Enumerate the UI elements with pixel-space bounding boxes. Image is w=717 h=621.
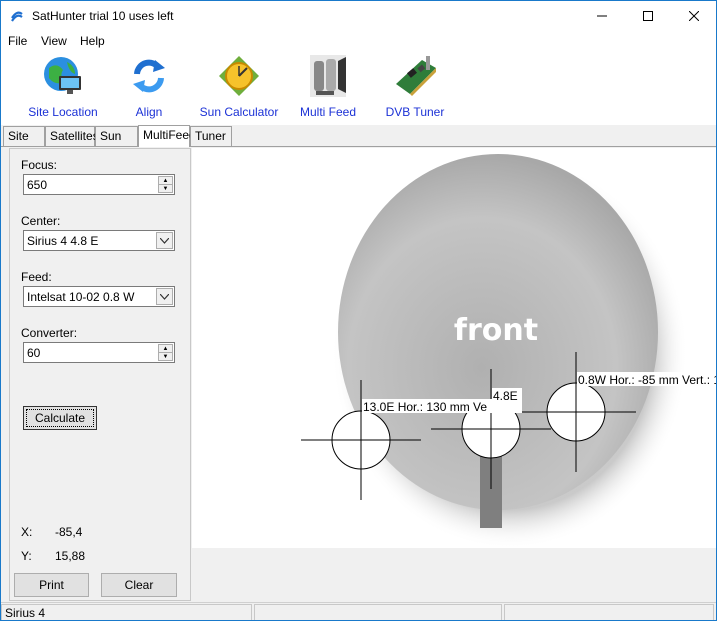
pci-card-icon [392, 53, 438, 99]
tab-tuner-label: Tuner [195, 129, 226, 143]
tab-sun[interactable]: Sun [95, 126, 138, 146]
feed-label: Feed: [21, 270, 52, 284]
feed-center-label: 4.8E [493, 389, 518, 403]
dish-canvas[interactable]: front 13.0E Hor.: 130 mm Ve 4.8E 0.8W Ho… [192, 148, 716, 549]
app-logo-icon [11, 11, 23, 22]
spin-up-icon[interactable]: ▲ [159, 177, 172, 185]
maximize-icon [643, 11, 653, 21]
refresh-arrows-icon [126, 53, 172, 99]
align-label: Align [135, 105, 163, 119]
tab-site-label: Site [8, 129, 29, 143]
multi-feed-label: Multi Feed [299, 105, 357, 119]
center-value: Sirius 4 4.8 E [27, 234, 99, 248]
app-window: SatHunter trial 10 uses left File View H… [0, 0, 717, 621]
tab-satellites[interactable]: Satellites [45, 126, 99, 146]
focus-value: 650 [27, 178, 48, 192]
status-panel-3 [504, 604, 714, 620]
y-value: 15,88 [55, 549, 86, 563]
close-icon [689, 11, 699, 21]
feed-left-label: 13.0E Hor.: 130 mm Ve [363, 400, 487, 414]
calculate-button[interactable]: Calculate [23, 406, 97, 430]
focus-spinner[interactable]: ▲ ▼ [158, 176, 173, 193]
feed-select[interactable]: Intelsat 10-02 0.8 W [23, 286, 175, 307]
x-value: -85,4 [55, 525, 83, 539]
chevron-down-icon[interactable] [156, 232, 173, 249]
multi-feed-button[interactable]: Multi Feed [297, 53, 359, 123]
toolbar: Site Location Align Sun Calculator Multi… [1, 51, 716, 125]
menu-bar: File View Help [1, 31, 716, 51]
clear-button[interactable]: Clear [101, 573, 177, 597]
tab-strip: Site Satellites Sun MultiFeed Tuner [1, 125, 716, 147]
spin-down-icon[interactable]: ▼ [159, 353, 172, 361]
print-button[interactable]: Print [14, 573, 89, 597]
minimize-icon [597, 15, 607, 17]
title-bar: SatHunter trial 10 uses left [1, 1, 716, 31]
tab-satellites-label: Satellites [50, 129, 99, 143]
multifeed-settings-panel: Focus: 650 ▲ ▼ Center: Sirius 4 4.8 E Fe… [9, 148, 191, 601]
maximize-button[interactable] [625, 1, 671, 31]
converter-value: 60 [27, 346, 41, 360]
y-label: Y: [21, 549, 32, 563]
center-select[interactable]: Sirius 4 4.8 E [23, 230, 175, 251]
align-button[interactable]: Align [121, 53, 177, 123]
chevron-down-icon[interactable] [156, 288, 173, 305]
converter-label: Converter: [21, 326, 78, 340]
close-button[interactable] [671, 1, 716, 31]
menu-file[interactable]: File [8, 34, 27, 48]
status-panel-2 [254, 604, 502, 620]
converter-spinbox[interactable]: 60 ▲ ▼ [23, 342, 175, 363]
feed-right-label: 0.8W Hor.: -85 mm Vert.: 16 [578, 373, 716, 387]
status-bar: Sirius 4 [1, 602, 716, 620]
sun-calculator-label: Sun Calculator [199, 105, 279, 119]
status-panel-satellite: Sirius 4 [1, 604, 252, 620]
dvb-tuner-label: DVB Tuner [385, 105, 445, 119]
sun-dial-icon [216, 53, 262, 99]
globe-computer-icon [40, 53, 86, 99]
x-label: X: [21, 525, 33, 539]
dvb-tuner-button[interactable]: DVB Tuner [381, 53, 449, 123]
site-location-label: Site Location [28, 105, 98, 119]
tab-sun-label: Sun [100, 129, 122, 143]
tab-tuner[interactable]: Tuner [190, 126, 232, 146]
window-title: SatHunter trial 10 uses left [32, 9, 174, 23]
tab-site[interactable]: Site [3, 126, 45, 146]
minimize-button[interactable] [579, 1, 625, 31]
feed-value: Intelsat 10-02 0.8 W [27, 290, 135, 304]
site-location-button[interactable]: Site Location [25, 53, 101, 123]
tab-multifeed[interactable]: MultiFeed [138, 125, 196, 147]
tab-multifeed-label: MultiFeed [143, 128, 196, 142]
lnb-multifeed-icon [305, 53, 351, 99]
focus-spinbox[interactable]: 650 ▲ ▼ [23, 174, 175, 195]
menu-view[interactable]: View [41, 34, 67, 48]
menu-help[interactable]: Help [80, 34, 105, 48]
center-label: Center: [21, 214, 61, 228]
converter-spinner[interactable]: ▲ ▼ [158, 344, 173, 361]
sun-calculator-button[interactable]: Sun Calculator [199, 53, 279, 123]
spin-down-icon[interactable]: ▼ [159, 185, 172, 193]
dish-diagram: front 13.0E Hor.: 130 mm Ve 4.8E 0.8W Ho… [301, 154, 716, 549]
focus-label: Focus: [21, 158, 58, 172]
dish-front-label: front [454, 313, 538, 348]
spin-up-icon[interactable]: ▲ [159, 345, 172, 353]
